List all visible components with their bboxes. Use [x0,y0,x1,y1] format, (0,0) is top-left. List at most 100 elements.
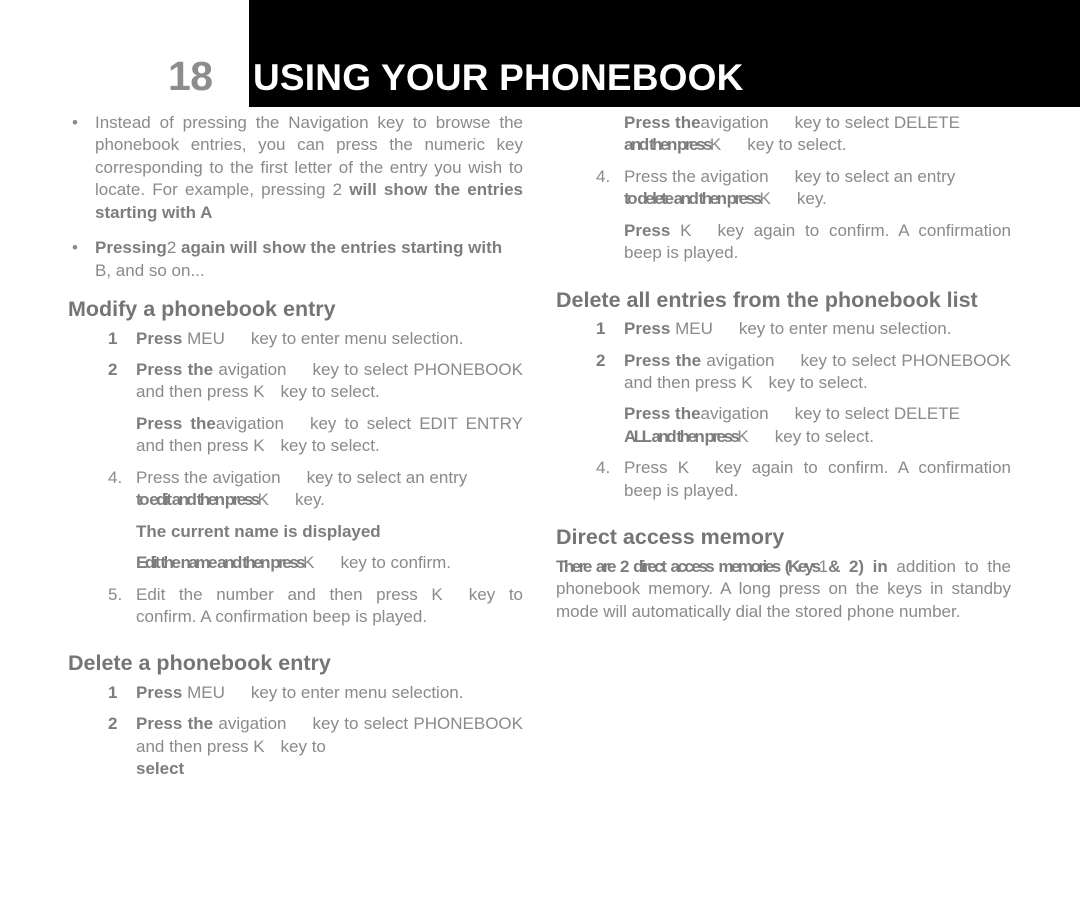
step-text-bold: Press the [136,360,214,380]
substep-text-bold: Edit the name and then press [136,553,306,573]
steps-modify-entry-3: 5. Edit the number and then press Kkey t… [68,584,523,629]
step-text-key: MEU [187,682,225,702]
step-number: 5. [108,584,123,604]
step-text-key: K [759,189,771,209]
intro-bullet-list: • Instead of pressing the Navigation key… [68,112,523,282]
bullet-text-continuation: B, and so on... [95,260,205,280]
step-text-bold: to delete and then press [624,189,762,209]
substep-text-normal-2: key to select. [280,436,380,456]
step-text-bold: Press [136,682,183,702]
bullet-text: Instead of pressing the Navigation key t… [95,112,523,224]
section-heading-delete-entry: Delete a phonebook entry [68,651,331,676]
direct-access-bold-2: & 2) in [828,556,888,576]
list-item: 4. Press Kkey again to confirm. A confir… [556,457,1011,502]
substep-text-normal-2: key to select. [747,135,847,155]
step-number: 4. [596,166,611,186]
substep-text-normal: key to select DELETE [794,113,960,132]
substep-text-bold-2: and then press [624,135,712,155]
list-item: 1 Press MEU key to enter menu selection. [68,328,523,350]
substep-text-normal-2: key to select. [774,426,874,446]
step-text-normal: Press the avigation [136,467,281,487]
step-text-normal: Press K [624,458,690,478]
step-text: Press the avigation key to select PHONEBO… [136,359,523,404]
step-text-normal-2: key to select an entry [306,467,468,487]
step-number: 4. [596,458,611,478]
page-header: 18 USING YOUR PHONEBOOK [0,0,1080,112]
steps-modify-entry-2: 4. Press the avigation key to select an e… [68,467,523,512]
chapter-number: 18 [168,53,213,99]
steps-delete-entry: 1 Press MEU key to enter menu selection. … [68,682,523,781]
step-text-normal-3: key. [294,490,325,510]
step-text-normal-2: key to select. [768,373,868,393]
step-text: Press MEU key to enter menu selection. [136,682,523,704]
step-text: Press the avigation key to select an entr… [136,467,523,489]
list-item: 4. Press the avigation key to select an e… [68,467,523,512]
step-text-key: avigation [218,360,287,380]
substep-text-bold: Press the [624,113,701,132]
step-text-line2: to delete and then pressK key. [624,188,1011,210]
step-text-bold: to edit and then press [136,490,260,510]
step-text-bold: Press the [624,350,702,370]
bullet-text-bold-2: again will show the entries starting wit… [176,238,503,258]
substep-text-bold: Press the [624,404,701,424]
list-item: 1 Press MEU key to enter menu selection. [556,318,1011,340]
substep-edit-entry: Press theavigation key to select EDIT ENT… [68,413,523,458]
steps-delete-all-2: 4. Press Kkey again to confirm. A confir… [556,457,1011,502]
substep-text-key: avigation [215,413,284,433]
steps-delete-continued: 4. Press the avigation key to select an e… [556,166,1011,211]
step-text-normal: Press the avigation [624,166,769,186]
substep-delete-all: Press theavigation key to select DELETE A… [556,403,1011,448]
substep-text: Press theavigation key to select EDIT ENT… [136,413,523,458]
substep-delete-continued: Press theavigation key to select DELETE a… [556,112,1011,157]
substep-text-key: K [303,553,315,573]
step-text-key: MEU [187,328,225,348]
step-text: Press Kkey again to confirm. A confirmat… [624,457,1011,502]
bullet-text-inline-number: 2 [166,238,177,258]
step-text: Press the avigation key to select PHONEBO… [136,713,523,758]
step-text-normal-2: key to select. [280,382,380,402]
substep-text: Press theavigation key to select DELETE [624,403,1011,425]
bullet-text: Pressing2 again will show the entries st… [95,237,523,259]
step-text-key: avigation [706,350,775,370]
section-heading-direct-access: Direct access memory [556,525,785,550]
substep-text-normal: key to select DELETE [794,404,960,424]
step-text: Press the avigation key to select an entr… [624,166,1011,188]
direct-access-bold: There are 2 direct access memories (Keys [556,556,821,576]
left-column: • Instead of pressing the Navigation key… [68,112,523,790]
step-number: 1 [108,328,118,348]
substep-text-line2: and then pressK key to select. [624,134,1011,156]
substep-text-normal: key to confirm. [340,553,451,573]
right-column: Press theavigation key to select DELETE a… [556,112,1011,623]
list-item: 4. Press the avigation key to select an e… [556,166,1011,211]
substep-text-key: avigation [700,113,769,132]
step-number: 2 [596,350,606,370]
list-item: 2 Press the avigation key to select PHONE… [556,350,1011,395]
step-text-bold: Press the [136,714,214,734]
steps-delete-all: 1 Press MEU key to enter menu selection. … [556,318,1011,394]
bullet-dot-icon: • [72,238,78,258]
substep-text-bold-2: ALL and then press [624,426,740,446]
step-number: 2 [108,360,118,380]
step-text-line3: select [136,759,185,779]
step-text-normal: Edit the number and then press K [136,584,443,604]
step-text-bold: Press [136,328,183,348]
step-text-normal: key to enter menu selection. [250,328,464,348]
substep-text-key: avigation [700,404,769,424]
substep-text: Press theavigation key to select DELETE [624,112,1011,134]
bullet-text-bold: Pressing [95,238,167,258]
step-number: 1 [596,319,606,339]
steps-modify-entry: 1 Press MEU key to enter menu selection. … [68,328,523,404]
substep-text: Press Kkey again to confirm. A confirmat… [624,220,1011,265]
page-title: USING YOUR PHONEBOOK [253,57,744,98]
step-text-bold: Press [624,319,671,339]
direct-access-key: 1 [818,556,829,576]
step-text: Edit the number and then press Kkey to c… [136,584,523,629]
substep-text-key-2: K [737,426,749,446]
direct-access-paragraph: There are 2 direct access memories (Keys… [556,556,1011,623]
step-number: 4. [108,467,123,487]
substep-text-line2: ALL and then pressK key to select. [624,426,1011,448]
step-text-normal-2: key to [280,736,326,756]
step-text-normal-2: key to select an entry [794,166,956,186]
substep-text: Edit the name and then pressK key to conf… [136,552,523,574]
substep-text-key-2: K [709,135,722,155]
